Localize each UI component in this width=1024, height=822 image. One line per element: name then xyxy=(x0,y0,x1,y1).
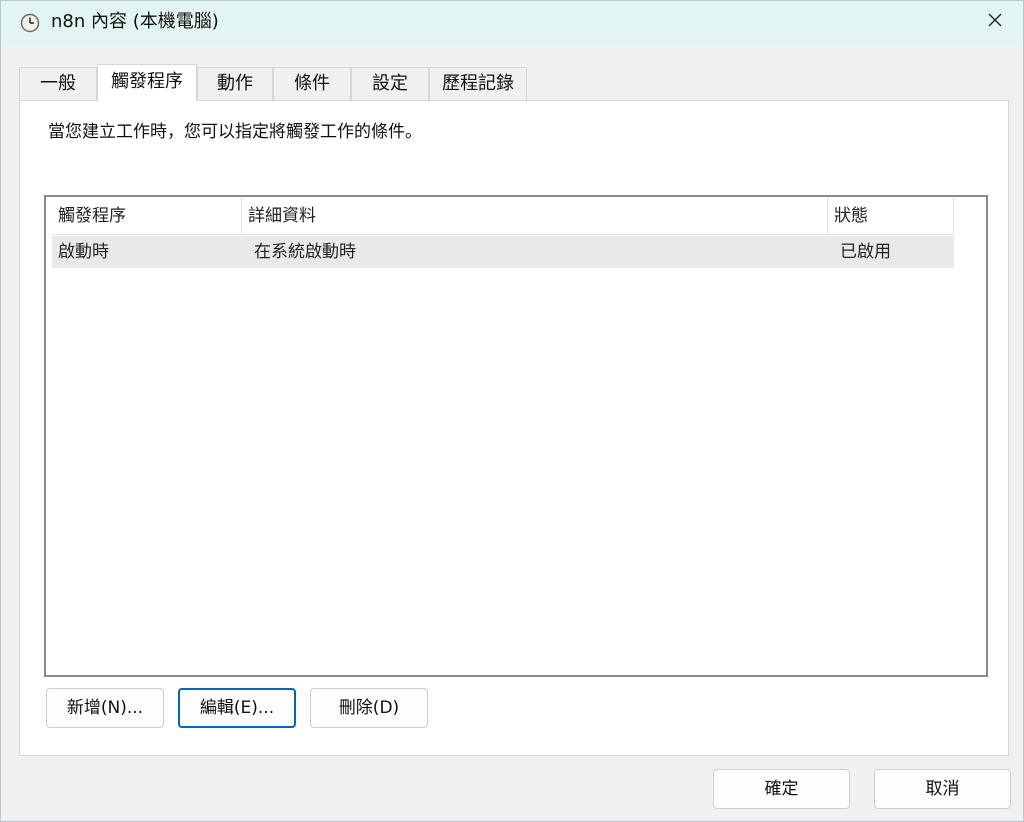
edit-button[interactable]: 編輯(E)... xyxy=(178,688,296,728)
column-header-status[interactable]: 狀態 xyxy=(828,197,954,235)
row-status: 已啟用 xyxy=(840,242,891,262)
tab-history[interactable]: 歷程記錄 xyxy=(429,67,527,101)
row-details: 在系統啟動時 xyxy=(254,242,356,262)
column-header-details[interactable]: 詳細資料 xyxy=(242,197,828,235)
ok-button[interactable]: 確定 xyxy=(713,769,850,809)
panel-description: 當您建立工作時，您可以指定將觸發工作的條件。 xyxy=(48,122,422,142)
triggers-panel: 當您建立工作時，您可以指定將觸發工作的條件。 觸發程序 詳細資料 狀態 啟動時 … xyxy=(19,100,1009,756)
close-button[interactable] xyxy=(977,5,1013,39)
delete-button[interactable]: 刪除(D) xyxy=(310,688,428,728)
cancel-button[interactable]: 取消 xyxy=(874,769,1011,809)
properties-window: n8n 內容 (本機電腦) 一般 觸發程序 動作 條件 設定 歷程記錄 當您建立… xyxy=(0,0,1024,822)
table-row[interactable]: 啟動時 在系統啟動時 已啟用 xyxy=(52,236,954,268)
tab-actions[interactable]: 動作 xyxy=(197,67,273,101)
tab-triggers[interactable]: 觸發程序 xyxy=(97,64,197,101)
tab-settings[interactable]: 設定 xyxy=(351,67,429,101)
title-bar: n8n 內容 (本機電腦) xyxy=(1,1,1023,45)
new-button[interactable]: 新增(N)... xyxy=(46,688,164,728)
triggers-list[interactable]: 觸發程序 詳細資料 狀態 啟動時 在系統啟動時 已啟用 xyxy=(44,195,988,677)
row-trigger: 啟動時 xyxy=(58,242,109,262)
close-icon xyxy=(987,12,1003,33)
tab-strip: 一般 觸發程序 動作 條件 設定 歷程記錄 xyxy=(19,64,1009,101)
clock-icon xyxy=(20,13,40,33)
column-header-trigger[interactable]: 觸發程序 xyxy=(52,197,242,235)
tab-general[interactable]: 一般 xyxy=(19,67,97,101)
list-header: 觸發程序 詳細資料 狀態 xyxy=(52,197,954,235)
window-title: n8n 內容 (本機電腦) xyxy=(51,11,219,32)
tab-conditions[interactable]: 條件 xyxy=(273,67,351,101)
